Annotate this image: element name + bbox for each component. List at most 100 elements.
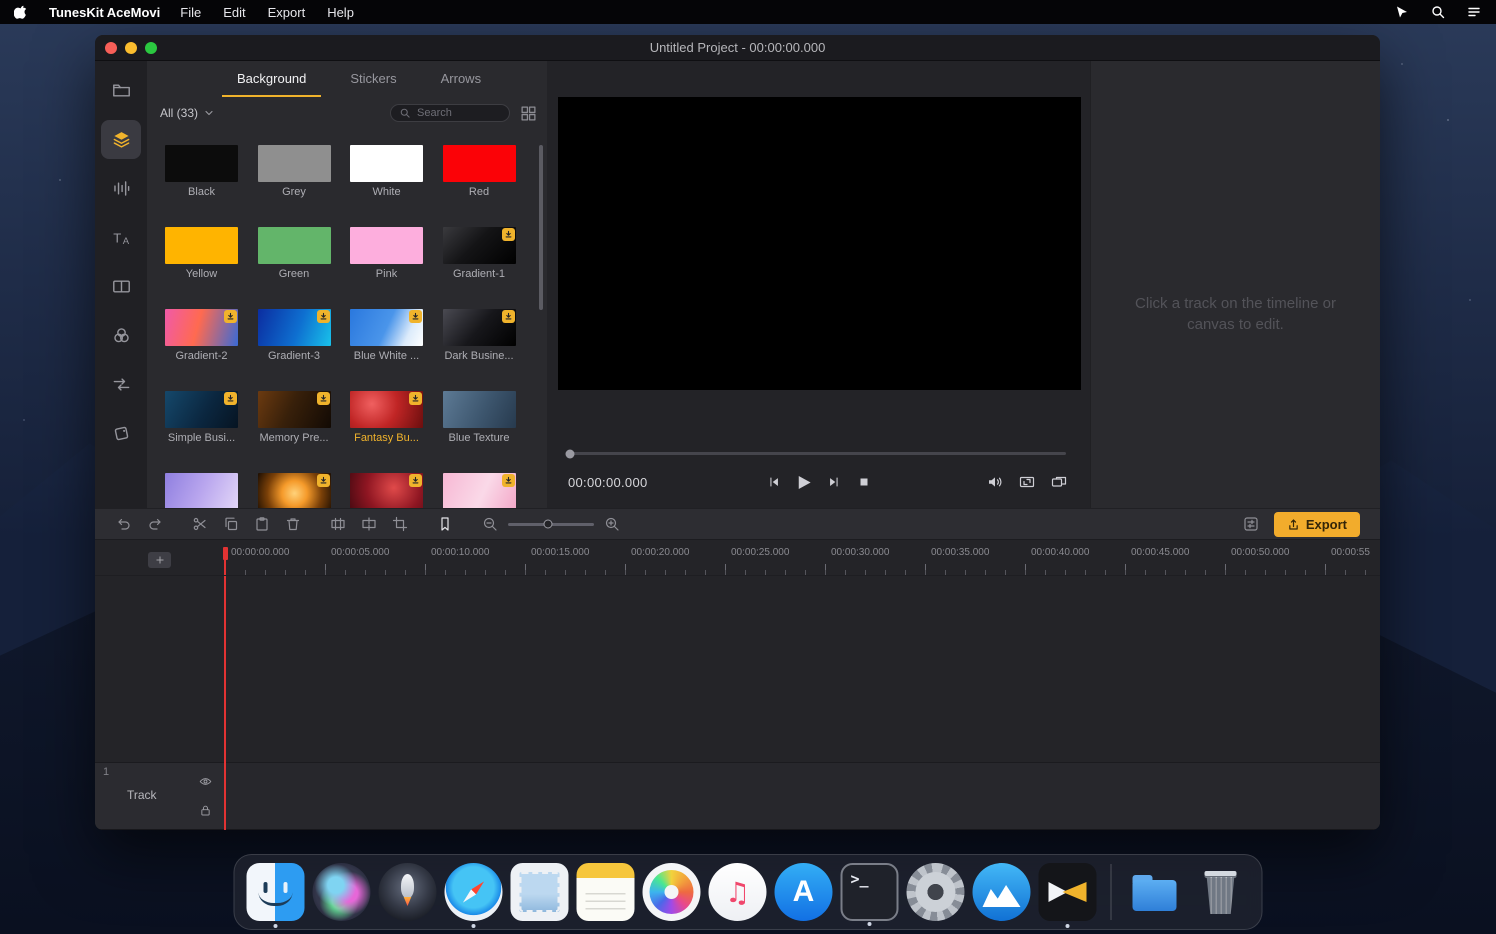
thumbnail[interactable]	[258, 391, 331, 428]
notification-center-icon[interactable]	[1466, 4, 1482, 20]
spotlight-search-icon[interactable]	[1430, 4, 1446, 20]
sidebar-item-audio[interactable]	[101, 169, 141, 208]
background-item-gradient-2[interactable]: Gradient-2	[165, 309, 238, 391]
background-item-memory-pre[interactable]: Memory Pre...	[258, 391, 331, 473]
scissors-button[interactable]	[191, 515, 209, 533]
background-item-yellow[interactable]: Yellow	[165, 227, 238, 309]
delete-button[interactable]	[284, 515, 302, 533]
sidebar-item-media[interactable]	[101, 71, 141, 110]
download-badge-icon[interactable]	[224, 392, 237, 405]
scrub-handle[interactable]	[566, 449, 575, 458]
thumbnail[interactable]	[443, 309, 516, 346]
export-settings-button[interactable]	[1242, 515, 1260, 533]
track-lane[interactable]	[225, 763, 1380, 829]
dock-item-finder[interactable]	[247, 863, 305, 921]
download-badge-icon[interactable]	[502, 310, 515, 323]
search-input[interactable]	[415, 106, 501, 120]
category-dropdown[interactable]: All (33)	[160, 106, 268, 120]
thumbnail[interactable]	[258, 473, 331, 508]
background-item-pink-blur[interactable]	[443, 473, 516, 508]
download-badge-icon[interactable]	[502, 474, 515, 487]
marker-button[interactable]	[436, 515, 454, 533]
play-button[interactable]	[794, 472, 814, 492]
track-visibility-button[interactable]	[198, 775, 213, 790]
background-item-grey[interactable]: Grey	[258, 145, 331, 227]
background-item-gradient-1[interactable]: Gradient-1	[443, 227, 516, 309]
thumbnail[interactable]	[165, 309, 238, 346]
playhead[interactable]	[224, 547, 226, 830]
copy-button[interactable]	[222, 515, 240, 533]
zoom-slider-handle[interactable]	[544, 520, 553, 529]
menu-export[interactable]: Export	[268, 5, 306, 20]
redo-button[interactable]	[146, 515, 164, 533]
thumbnail[interactable]	[258, 227, 331, 264]
thumbnail[interactable]	[443, 391, 516, 428]
background-item-gradient-3[interactable]: Gradient-3	[258, 309, 331, 391]
background-item-simple-busi[interactable]: Simple Busi...	[165, 391, 238, 473]
background-item-pink[interactable]: Pink	[350, 227, 423, 309]
menu-help[interactable]: Help	[327, 5, 354, 20]
sidebar-item-text[interactable]: TA	[101, 218, 141, 257]
previous-frame-button[interactable]	[764, 472, 784, 492]
thumbnail[interactable]	[165, 145, 238, 182]
background-item-dark-busine[interactable]: Dark Busine...	[443, 309, 516, 391]
gr​id-view-icon[interactable]	[520, 105, 537, 122]
menubar-app-name[interactable]: TunesKit AceMovi	[49, 5, 160, 20]
background-item-green[interactable]: Green	[258, 227, 331, 309]
split-button[interactable]	[360, 515, 378, 533]
sidebar-item-split-screen[interactable]	[101, 267, 141, 306]
background-item-white[interactable]: White	[350, 145, 423, 227]
apple-menu[interactable]	[14, 5, 29, 20]
timeline-ruler[interactable]: 00:00:00.00000:00:05.00000:00:10.00000:0…	[225, 547, 1380, 575]
timeline-zoom-slider[interactable]	[508, 523, 594, 526]
timeline-canvas[interactable]	[95, 576, 1380, 762]
thumbnail[interactable]	[350, 145, 423, 182]
dock-item-mail[interactable]	[511, 863, 569, 921]
tab-background[interactable]: Background	[222, 61, 321, 97]
next-frame-button[interactable]	[824, 472, 844, 492]
tab-stickers[interactable]: Stickers	[335, 61, 411, 97]
crop-button[interactable]	[391, 515, 409, 533]
preview-scrub-bar[interactable]	[570, 452, 1066, 455]
zoom-in-button[interactable]	[603, 515, 621, 533]
zoom-window-button[interactable]	[145, 42, 157, 54]
background-item-black[interactable]: Black	[165, 145, 238, 227]
thumbnail[interactable]	[165, 391, 238, 428]
tab-arrows[interactable]: Arrows	[426, 61, 496, 97]
thumbnail[interactable]	[350, 227, 423, 264]
background-item-blue-white[interactable]: Blue White ...	[350, 309, 423, 391]
thumbnail[interactable]	[258, 145, 331, 182]
menu-edit[interactable]: Edit	[223, 5, 245, 20]
download-badge-icon[interactable]	[409, 474, 422, 487]
dock-item-monitor-app[interactable]	[973, 863, 1031, 921]
media-scrollbar[interactable]	[539, 145, 543, 310]
sidebar-item-filters[interactable]	[101, 316, 141, 355]
download-badge-icon[interactable]	[317, 310, 330, 323]
zoom-out-button[interactable]	[481, 515, 499, 533]
download-badge-icon[interactable]	[317, 392, 330, 405]
download-badge-icon[interactable]	[224, 310, 237, 323]
dock-item-system-preferences[interactable]	[907, 863, 965, 921]
sidebar-item-transitions[interactable]	[101, 365, 141, 404]
thumbnail[interactable]	[350, 473, 423, 508]
search-box[interactable]	[390, 104, 510, 122]
dock-item-downloads[interactable]	[1126, 863, 1184, 921]
track-lock-button[interactable]	[198, 804, 213, 819]
export-button[interactable]: Export	[1274, 512, 1360, 537]
background-item-red[interactable]: Red	[443, 145, 516, 227]
sidebar-item-stickers[interactable]	[101, 414, 141, 453]
background-item-blue-texture[interactable]: Blue Texture	[443, 391, 516, 473]
dock-item-music[interactable]	[709, 863, 767, 921]
download-badge-icon[interactable]	[317, 474, 330, 487]
thumbnail[interactable]	[350, 309, 423, 346]
video-canvas[interactable]	[558, 97, 1081, 390]
fullscreen-button[interactable]	[1049, 472, 1069, 492]
dock-item-acemovi[interactable]	[1039, 863, 1097, 921]
download-badge-icon[interactable]	[409, 392, 422, 405]
screen-record-icon[interactable]	[1394, 4, 1410, 20]
sidebar-item-background[interactable]	[101, 120, 141, 159]
close-button[interactable]	[105, 42, 117, 54]
volume-button[interactable]	[985, 472, 1005, 492]
thumbnail[interactable]	[258, 309, 331, 346]
dock-item-safari[interactable]	[445, 863, 503, 921]
